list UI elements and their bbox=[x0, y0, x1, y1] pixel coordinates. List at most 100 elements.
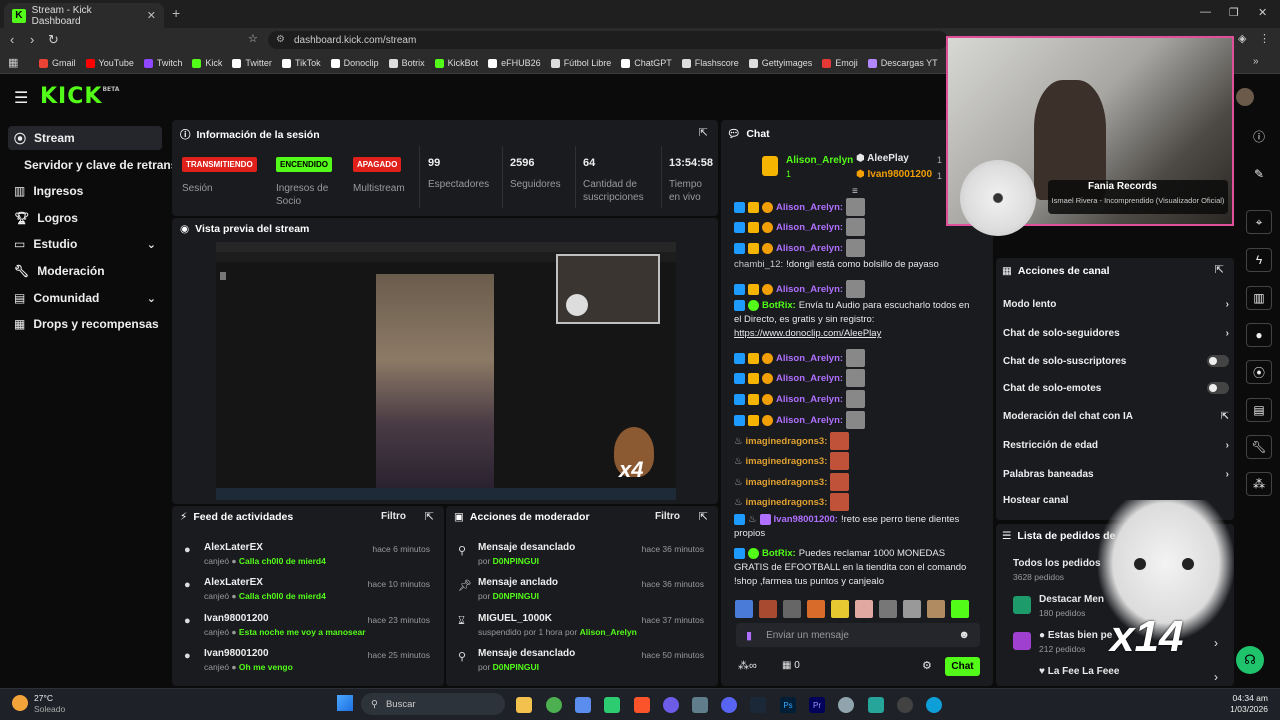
minimize-icon[interactable]: — bbox=[1200, 6, 1211, 18]
feed-user[interactable]: AlexLaterEX bbox=[204, 542, 263, 553]
bookmark-item[interactable]: Fútbol Libre bbox=[546, 58, 617, 68]
community-icon[interactable]: ⁂ bbox=[1246, 472, 1272, 496]
app-icon[interactable] bbox=[604, 697, 620, 713]
stream-preview-video[interactable]: x4 bbox=[216, 242, 676, 500]
bookmark-item[interactable]: TikTok bbox=[277, 58, 326, 68]
calculator-icon[interactable] bbox=[692, 697, 708, 713]
back-icon[interactable]: ‹ bbox=[10, 32, 14, 47]
info-circle-icon[interactable]: ⓘ bbox=[1246, 124, 1272, 148]
edge-icon[interactable] bbox=[926, 697, 942, 713]
top-gifter-1[interactable]: Alison_Arelyn bbox=[786, 155, 853, 166]
chat-username[interactable]: chambi_12: bbox=[734, 259, 783, 270]
app-icon[interactable] bbox=[868, 697, 884, 713]
clipboard-icon[interactable]: ▥ bbox=[1246, 286, 1272, 310]
bookmark-item[interactable]: Botrix bbox=[384, 58, 430, 68]
emote-icon[interactable] bbox=[735, 600, 753, 618]
action-restriccion-edad[interactable]: Restricción de edad › bbox=[1003, 435, 1229, 455]
order-row[interactable]: ♥ La Fee La Feee bbox=[1039, 666, 1119, 677]
mod-by[interactable]: Alison_Arelyn bbox=[580, 627, 637, 637]
chat-link[interactable]: https://www.donoclip.com/AleePlay bbox=[734, 328, 881, 339]
bookmark-item[interactable]: Twitch bbox=[139, 58, 188, 68]
mod-by[interactable]: D0NPINGUI bbox=[493, 556, 539, 566]
top-gifter-2[interactable]: ⬢ AleePlay bbox=[856, 153, 909, 164]
emote-icon[interactable] bbox=[783, 600, 801, 618]
forward-icon[interactable]: › bbox=[30, 32, 34, 47]
chat-username[interactable]: imaginedragons3: bbox=[746, 477, 828, 488]
feed-user[interactable]: Ivan98001200 bbox=[204, 648, 269, 659]
chat-link-text[interactable]: https://www.donoclip.com/AleePlay bbox=[734, 328, 881, 339]
weather-widget[interactable]: 27°C Soleado bbox=[34, 693, 65, 715]
mod-by[interactable]: D0NPINGUI bbox=[493, 591, 539, 601]
chat-username[interactable]: Alison_Arelyn: bbox=[776, 243, 843, 254]
emote-icon[interactable] bbox=[807, 600, 825, 618]
chat-username[interactable]: imaginedragons3: bbox=[746, 436, 828, 447]
feed-filter-button[interactable]: Filtro bbox=[381, 511, 406, 522]
popout-icon[interactable]: ⇱ bbox=[699, 510, 708, 523]
toggle-switch[interactable] bbox=[1207, 382, 1229, 394]
bookmark-item[interactable]: Kick bbox=[187, 58, 227, 68]
bookmark-item[interactable]: Donoclip bbox=[326, 58, 384, 68]
action-moderacion-ia[interactable]: Moderación del chat con IA ⇱ bbox=[1003, 406, 1229, 426]
close-tab-icon[interactable]: ✕ bbox=[147, 9, 156, 22]
browser-tab[interactable]: K Stream - Kick Dashboard ✕ bbox=[4, 3, 164, 28]
mod-by[interactable]: D0NPINGUI bbox=[493, 662, 539, 672]
bookmark-star-icon[interactable]: ☆ bbox=[248, 32, 258, 45]
bookmark-item[interactable]: ChatGPT bbox=[616, 58, 677, 68]
new-tab-button[interactable]: + bbox=[172, 5, 180, 21]
mod-action[interactable]: MIGUEL_1000K bbox=[478, 613, 552, 624]
action-solo-suscriptores[interactable]: Chat de solo-suscriptores bbox=[1003, 351, 1229, 371]
emote-icon[interactable] bbox=[951, 600, 969, 618]
sidebar-item-drops[interactable]: ▦ Drops y recompensas bbox=[8, 312, 162, 336]
edit-pencil-icon[interactable]: ✎ bbox=[1246, 162, 1272, 186]
site-info-icon[interactable]: ⚙ bbox=[276, 34, 285, 45]
chat-bubble-icon[interactable]: ● bbox=[1246, 323, 1272, 347]
expand-icon[interactable]: ≡ bbox=[852, 186, 858, 197]
bookmark-item[interactable]: eFHUB26 bbox=[483, 58, 546, 68]
sidebar-item-logros[interactable]: 🏆︎ Logros bbox=[8, 206, 162, 230]
chat-username[interactable]: Alison_Arelyn: bbox=[776, 353, 843, 364]
emote-icon[interactable] bbox=[759, 600, 777, 618]
chat-input[interactable]: ▮ Enviar un mensaje ☻ bbox=[736, 623, 980, 647]
layout-icon[interactable]: ▤ bbox=[1246, 398, 1272, 422]
top-gifter-3[interactable]: ⬢ Ivan98001200 bbox=[856, 169, 932, 180]
sidebar-item-estudio[interactable]: ▭ Estudio ⌄ bbox=[8, 232, 162, 256]
sidebar-item-moderacion[interactable]: 🔧︎ Moderación bbox=[8, 259, 162, 283]
brave-icon[interactable] bbox=[634, 697, 650, 713]
feed-user[interactable]: Ivan98001200 bbox=[204, 613, 269, 624]
emoji-icon[interactable]: ☻ bbox=[958, 629, 970, 641]
media-player-icon[interactable] bbox=[897, 697, 913, 713]
bookmark-item[interactable]: Twitter bbox=[227, 58, 277, 68]
system-clock[interactable]: 04:34 am 1/03/2026 bbox=[1218, 693, 1268, 715]
target-icon[interactable]: ⌖ bbox=[1246, 210, 1272, 234]
order-label[interactable]: Destacar Men bbox=[1039, 594, 1104, 605]
action-solo-seguidores[interactable]: Chat de solo-seguidores › bbox=[1003, 323, 1229, 343]
broadcast-icon[interactable]: ⦿ bbox=[1246, 360, 1272, 384]
sidebar-item-stream[interactable]: ⦿ Stream bbox=[8, 126, 162, 150]
feed-user[interactable]: AlexLaterEX bbox=[204, 577, 263, 588]
windows-start-icon[interactable] bbox=[337, 695, 353, 711]
emote-icon[interactable] bbox=[927, 600, 945, 618]
url-bar[interactable]: ⚙ dashboard.kick.com/stream bbox=[268, 31, 948, 49]
extension-icon[interactable]: ◈ bbox=[1238, 32, 1246, 45]
more-bookmarks-icon[interactable]: » bbox=[1253, 56, 1259, 67]
bookmark-item[interactable]: KickBot bbox=[430, 58, 484, 68]
points-icon[interactable]: ⁂∞ bbox=[738, 659, 757, 672]
photoshop-icon[interactable]: Ps bbox=[780, 697, 796, 713]
popout-icon[interactable]: ⇱ bbox=[699, 126, 708, 139]
bookmark-item[interactable]: Gettyimages bbox=[744, 58, 818, 68]
chat-username[interactable]: imaginedragons3: bbox=[746, 456, 828, 467]
app-icon[interactable] bbox=[663, 697, 679, 713]
steam-icon[interactable] bbox=[750, 697, 766, 713]
action-solo-emotes[interactable]: Chat de solo-emotes bbox=[1003, 378, 1229, 398]
chat-username[interactable]: Alison_Arelyn: bbox=[776, 284, 843, 295]
chat-username[interactable]: Alison_Arelyn: bbox=[776, 394, 843, 405]
chat-username[interactable]: Alison_Arelyn: bbox=[776, 415, 843, 426]
emote-icon[interactable] bbox=[879, 600, 897, 618]
chat-username[interactable]: Alison_Arelyn: bbox=[776, 222, 843, 233]
maximize-icon[interactable]: ❐ bbox=[1229, 6, 1239, 19]
wrench-icon[interactable]: 🔧︎ bbox=[1246, 435, 1272, 459]
bookmark-item[interactable]: Descargas YT bbox=[863, 58, 943, 68]
chrome-icon[interactable] bbox=[546, 697, 562, 713]
premiere-icon[interactable]: Pr bbox=[809, 697, 825, 713]
bookmark-item[interactable]: Emoji bbox=[817, 58, 863, 68]
